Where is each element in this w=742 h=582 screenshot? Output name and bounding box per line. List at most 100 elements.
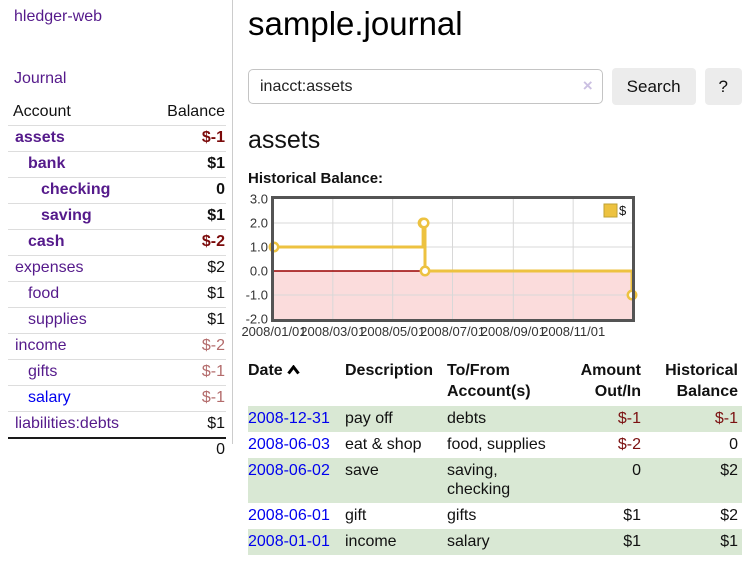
account-row: food $1 — [8, 282, 226, 308]
transaction-amount: $-2 — [573, 432, 645, 458]
transaction-description: pay off — [345, 406, 447, 432]
transaction-accounts: gifts — [447, 503, 573, 529]
transaction-accounts: food, supplies — [447, 432, 573, 458]
account-link-gifts[interactable]: gifts — [28, 363, 57, 380]
svg-text:2008/01/01: 2008/01/01 — [241, 324, 306, 339]
sidebar-item-journal[interactable]: Journal — [14, 70, 66, 88]
account-link-expenses[interactable]: expenses — [15, 259, 84, 276]
transaction-date-link[interactable]: 2008-06-03 — [248, 436, 330, 453]
account-link-saving[interactable]: saving — [41, 207, 92, 224]
register-header-description: Description — [345, 358, 447, 406]
transaction-accounts: salary — [447, 529, 573, 555]
transaction-amount: $1 — [573, 503, 645, 529]
page-title: sample.journal — [248, 5, 742, 43]
svg-text:2008/03/01: 2008/03/01 — [300, 324, 365, 339]
search-bar: × Search ? — [248, 68, 742, 105]
account-balance: $1 — [146, 204, 226, 230]
account-balance: $-2 — [146, 230, 226, 256]
account-link-bank[interactable]: bank — [28, 155, 65, 172]
svg-text:2.0: 2.0 — [250, 216, 268, 231]
account-balance: $-1 — [146, 386, 226, 412]
account-row: saving $1 — [8, 204, 226, 230]
transaction-description: income — [345, 529, 447, 555]
register-row: 2008-12-31pay offdebts$-1$-1 — [248, 406, 742, 432]
account-balance: $2 — [146, 256, 226, 282]
accounts-balance-table: Account Balance assets$-1bank$1checking0… — [8, 100, 226, 463]
transaction-balance: $1 — [645, 529, 742, 555]
account-link-supplies[interactable]: supplies — [28, 311, 87, 328]
transaction-accounts: debts — [447, 406, 573, 432]
account-row: liabilities:debts $1 — [8, 412, 226, 439]
account-link-liabilities-debts[interactable]: liabilities:debts — [15, 415, 119, 432]
account-row: gifts $-1 — [8, 360, 226, 386]
account-row: income $-2 — [8, 334, 226, 360]
svg-text:1.0: 1.0 — [250, 240, 268, 255]
svg-text:2008/07/01: 2008/07/01 — [420, 324, 485, 339]
account-balance: $1 — [146, 282, 226, 308]
transaction-amount: 0 — [573, 458, 645, 503]
sidebar: hledger-web Journal Account Balance asse… — [0, 0, 233, 444]
account-row: expenses $2 — [8, 256, 226, 282]
account-link-checking[interactable]: checking — [41, 181, 110, 198]
account-link-cash[interactable]: cash — [28, 233, 64, 250]
transaction-date-link[interactable]: 2008-12-31 — [248, 410, 330, 427]
account-link-food[interactable]: food — [28, 285, 59, 302]
app-title-link[interactable]: hledger-web — [14, 8, 102, 26]
account-balance: $1 — [146, 152, 226, 178]
accounts-col-header: Account — [8, 100, 146, 126]
register-row: 2008-06-01 giftgifts$1$2 — [248, 503, 742, 529]
transaction-balance: $2 — [645, 458, 742, 503]
register-header-date[interactable]: Date — [248, 358, 345, 406]
svg-text:3.0: 3.0 — [250, 192, 268, 207]
account-heading: assets — [248, 126, 742, 155]
register-header-amount: AmountOut/In — [573, 358, 645, 406]
historical-balance-chart[interactable]: $3.02.01.00.0-1.0-2.02008/01/012008/03/0… — [240, 192, 742, 344]
transaction-balance: $2 — [645, 503, 742, 529]
account-row: checking 0 — [8, 178, 226, 204]
account-row: bank $1 — [8, 152, 226, 178]
transaction-date-link[interactable]: 2008-06-02 — [248, 462, 330, 479]
transaction-date-link[interactable]: 2008-06-01 — [248, 507, 330, 524]
svg-text:2008/05/01: 2008/05/01 — [360, 324, 425, 339]
register-header-balance: HistoricalBalance — [645, 358, 742, 406]
account-link-assets[interactable]: assets — [15, 129, 65, 146]
register-row: 2008-06-03 eat & shopfood, supplies$-20 — [248, 432, 742, 458]
transaction-amount: $-1 — [573, 406, 645, 432]
transaction-description: save — [345, 458, 447, 503]
account-balance: $-2 — [146, 334, 226, 360]
account-row: assets$-1 — [8, 126, 226, 152]
accounts-total-value: 0 — [146, 438, 226, 463]
transaction-balance: 0 — [645, 432, 742, 458]
account-row: cash $-2 — [8, 230, 226, 256]
clear-search-icon[interactable]: × — [583, 76, 593, 96]
account-balance: $1 — [146, 308, 226, 334]
svg-text:2008/11/01: 2008/11/01 — [541, 324, 605, 339]
account-link-salary[interactable]: salary — [28, 389, 71, 406]
accounts-total-row: 0 — [8, 438, 226, 463]
account-link-income[interactable]: income — [15, 337, 67, 354]
chart-title: Historical Balance: — [248, 170, 742, 187]
account-balance: 0 — [146, 178, 226, 204]
transaction-date-link[interactable]: 2008-01-01 — [248, 533, 330, 550]
register-row: 2008-01-01incomesalary$1$1 — [248, 529, 742, 555]
search-button[interactable]: Search — [612, 68, 696, 105]
account-row: salary $-1 — [8, 386, 226, 412]
svg-text:$: $ — [619, 203, 627, 218]
register-table: Date Description To/FromAccount(s) Amoun… — [248, 358, 742, 555]
account-row: supplies $1 — [8, 308, 226, 334]
help-button[interactable]: ? — [705, 68, 742, 105]
transaction-amount: $1 — [573, 529, 645, 555]
svg-text:0.0: 0.0 — [250, 264, 268, 279]
main-pane: sample.journal × Search ? assets Histori… — [248, 0, 742, 555]
svg-text:-1.0: -1.0 — [246, 288, 268, 303]
register-row: 2008-06-02 savesaving,checking0$2 — [248, 458, 742, 503]
transaction-balance: $-1 — [645, 406, 742, 432]
svg-text:2008/09/01: 2008/09/01 — [481, 324, 546, 339]
transaction-accounts: saving,checking — [447, 458, 573, 503]
account-balance: $-1 — [146, 360, 226, 386]
balance-col-header: Balance — [146, 100, 226, 126]
account-balance: $1 — [146, 412, 226, 439]
transaction-description: eat & shop — [345, 432, 447, 458]
transaction-description: gift — [345, 503, 447, 529]
search-input[interactable] — [248, 69, 603, 104]
